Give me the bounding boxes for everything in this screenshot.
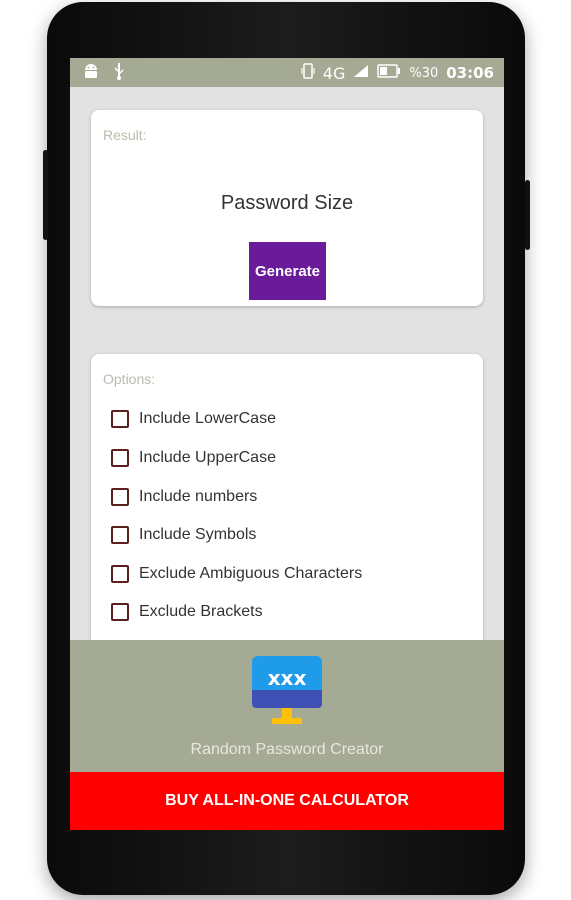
checkbox[interactable]	[111, 603, 129, 621]
option-include-symbols[interactable]: Include Symbols	[111, 526, 256, 544]
usb-icon	[112, 62, 126, 84]
option-exclude-ambiguous[interactable]: Exclude Ambiguous Characters	[111, 565, 362, 583]
generate-button[interactable]: Generate	[249, 242, 326, 300]
app-footer: xxx Random Password Creator	[70, 640, 504, 772]
power-button	[525, 180, 530, 250]
clock: 03:06	[446, 64, 494, 82]
password-monitor-icon: xxx	[252, 656, 322, 724]
network-type: 4G	[322, 63, 346, 83]
option-include-lowercase[interactable]: Include LowerCase	[111, 410, 276, 428]
checkbox[interactable]	[111, 565, 129, 583]
checkbox[interactable]	[111, 526, 129, 544]
option-label: Exclude Brackets	[139, 603, 263, 620]
password-size-label[interactable]: Password Size	[91, 192, 483, 215]
result-title: Result:	[103, 127, 147, 143]
options-title: Options:	[103, 371, 156, 387]
option-label: Include numbers	[139, 488, 258, 505]
volume-button	[43, 150, 48, 240]
checkbox[interactable]	[111, 449, 129, 467]
checkbox[interactable]	[111, 488, 129, 506]
option-label: Exclude Ambiguous Characters	[139, 565, 363, 582]
result-card: Result: Password Size Generate	[91, 110, 483, 306]
option-label: Include Symbols	[139, 526, 257, 543]
battery-percent: %30	[409, 65, 439, 81]
app-name: Random Password Creator	[190, 741, 384, 758]
app-screen: 4G %30 03:06 Result: Password Size Gener…	[70, 58, 504, 830]
option-exclude-brackets[interactable]: Exclude Brackets	[111, 603, 263, 621]
checkbox[interactable]	[111, 410, 129, 428]
battery-icon	[377, 64, 401, 82]
buy-calculator-button[interactable]: BUY ALL-IN-ONE CALCULATOR	[70, 772, 504, 830]
logo-text: xxx	[268, 666, 307, 690]
signal-icon	[353, 64, 369, 82]
android-icon	[82, 62, 100, 84]
option-label: Include LowerCase	[139, 410, 276, 427]
status-bar: 4G %30 03:06	[70, 58, 504, 87]
option-include-numbers[interactable]: Include numbers	[111, 488, 257, 506]
option-label: Include UpperCase	[139, 449, 276, 466]
option-include-uppercase[interactable]: Include UpperCase	[111, 449, 276, 467]
vibrate-icon	[301, 63, 315, 83]
options-card: Options: Include LowerCase Include Upper…	[91, 354, 483, 664]
